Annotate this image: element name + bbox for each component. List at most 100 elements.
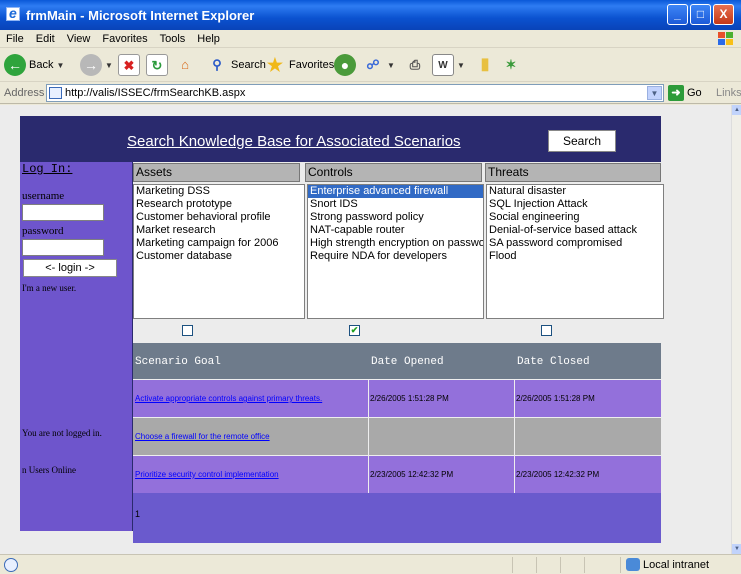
windows-logo-icon <box>718 32 733 45</box>
print-button[interactable]: ⎙ <box>404 52 426 78</box>
controls-checkbox[interactable]: ✔ <box>349 325 360 336</box>
scenario-link[interactable]: Activate appropriate controls against pr… <box>135 394 322 403</box>
list-item[interactable]: Strong password policy <box>308 211 483 224</box>
menu-file[interactable]: File <box>0 30 30 45</box>
threats-listbox[interactable]: Natural disaster SQL Injection Attack So… <box>486 184 664 319</box>
list-item[interactable]: SA password compromised <box>487 237 663 250</box>
scroll-down-icon[interactable]: ▼ <box>732 544 741 554</box>
list-item[interactable]: NAT-capable router <box>308 224 483 237</box>
closed-column-header: Date Closed <box>517 356 590 368</box>
scroll-up-icon[interactable]: ▲ <box>732 105 741 115</box>
list-item[interactable]: Snort IDS <box>308 198 483 211</box>
table-row: Choose a firewall for the remote office <box>133 417 661 455</box>
login-title: Log In: <box>22 162 73 176</box>
list-item[interactable]: Social engineering <box>487 211 663 224</box>
threats-checkbox[interactable] <box>541 325 552 336</box>
history-button[interactable]: ☍ ▼ <box>362 52 395 78</box>
grid-pager: 1 <box>133 493 661 543</box>
list-item[interactable]: Natural disaster <box>487 185 663 198</box>
controls-listbox[interactable]: Enterprise advanced firewall Snort IDS S… <box>307 184 484 319</box>
page-icon <box>49 87 62 99</box>
search-button[interactable]: Search <box>548 130 616 152</box>
close-button[interactable]: X <box>713 4 734 25</box>
menu-edit[interactable]: Edit <box>30 30 61 45</box>
list-item[interactable]: Research prototype <box>134 198 304 211</box>
goal-column-header: Scenario Goal <box>135 356 221 368</box>
dropdown-arrow-icon: ▼ <box>105 60 113 70</box>
login-button[interactable]: <- login -> <box>23 259 117 277</box>
printer-icon: ⎙ <box>409 57 421 72</box>
list-item[interactable]: High strength encryption on passwo <box>308 237 483 250</box>
address-bar: Address http://valis/ISSEC/frmSearchKB.a… <box>0 82 741 104</box>
menu-favorites[interactable]: Favorites <box>96 30 153 45</box>
links-button[interactable]: Links <box>716 87 741 99</box>
home-button[interactable]: ⌂ <box>174 52 196 78</box>
home-icon: ⌂ <box>181 57 189 72</box>
back-button[interactable]: ← Back ▼ <box>4 52 64 78</box>
list-item[interactable]: Customer database <box>134 250 304 263</box>
address-dropdown-icon[interactable]: ▼ <box>647 86 662 100</box>
list-item[interactable]: Market research <box>134 224 304 237</box>
forward-arrow-icon: → <box>80 54 102 76</box>
scenario-link[interactable]: Prioritize security control implementati… <box>135 470 279 479</box>
assets-listbox[interactable]: Marketing DSS Research prototype Custome… <box>133 184 305 319</box>
list-item[interactable]: Marketing campaign for 2006 <box>134 237 304 250</box>
date-closed: 2/23/2005 12:42:32 PM <box>516 470 600 479</box>
scenario-grid: Scenario Goal Date Opened Date Closed Ac… <box>133 343 661 543</box>
dropdown-arrow-icon: ▼ <box>56 60 65 70</box>
pager-page[interactable]: 1 <box>135 509 140 519</box>
vertical-scrollbar[interactable]: ▲ ▼ <box>731 105 741 554</box>
assets-checkbox[interactable] <box>182 325 193 336</box>
refresh-button[interactable]: ↻ <box>146 52 168 78</box>
go-button[interactable]: ➜ Go <box>668 85 702 101</box>
controls-header: Controls <box>305 163 482 182</box>
menu-tools[interactable]: Tools <box>154 30 192 45</box>
menu-help[interactable]: Help <box>191 30 226 45</box>
dropdown-arrow-icon: ▼ <box>457 60 465 70</box>
menu-view[interactable]: View <box>61 30 97 45</box>
address-input[interactable]: http://valis/ISSEC/frmSearchKB.aspx ▼ <box>46 84 664 102</box>
favorites-button[interactable]: ★ Favorites <box>264 52 334 78</box>
new-user-link[interactable]: I'm a new user. <box>22 283 76 293</box>
grid-header: Scenario Goal Date Opened Date Closed <box>133 343 661 379</box>
address-url: http://valis/ISSEC/frmSearchKB.aspx <box>65 87 246 99</box>
stop-button[interactable]: ✖ <box>118 52 140 78</box>
list-item[interactable]: SQL Injection Attack <box>487 198 663 211</box>
list-item-selected[interactable]: Enterprise advanced firewall <box>308 185 483 198</box>
media-button[interactable]: ● <box>334 52 356 78</box>
status-bar: Local intranet <box>0 554 741 574</box>
minimize-button[interactable]: _ <box>667 4 688 25</box>
list-item[interactable]: Denial-of-service based attack <box>487 224 663 237</box>
intranet-icon <box>626 558 640 571</box>
scenario-link[interactable]: Choose a firewall for the remote office <box>135 432 270 441</box>
page-title[interactable]: Search Knowledge Base for Associated Sce… <box>127 133 461 150</box>
username-label: username <box>22 190 65 202</box>
security-zone: Local intranet <box>643 559 710 571</box>
list-item[interactable]: Customer behavioral profile <box>134 211 304 224</box>
list-item[interactable]: Marketing DSS <box>134 185 304 198</box>
maximize-button[interactable]: □ <box>690 4 711 25</box>
magnifier-icon: ⚲ <box>212 57 222 72</box>
dropdown-arrow-icon: ▼ <box>387 60 395 70</box>
username-field[interactable] <box>22 204 104 221</box>
page-status-icon <box>4 558 18 572</box>
login-status: You are not logged in. <box>22 428 102 438</box>
title-bar: frmMain - Microsoft Internet Explorer _ … <box>0 0 741 30</box>
assets-header: Assets <box>133 163 300 182</box>
edit-button[interactable]: W ▼ <box>432 52 465 78</box>
back-arrow-icon: ← <box>4 54 26 76</box>
star-icon: ★ <box>266 55 284 75</box>
password-field[interactable] <box>22 239 104 256</box>
list-item[interactable]: Require NDA for developers <box>308 250 483 263</box>
date-opened: 2/23/2005 12:42:32 PM <box>370 470 454 479</box>
messenger-button[interactable]: ✶ <box>500 52 522 78</box>
search-toolbar-button[interactable]: ⚲ Search <box>206 52 266 78</box>
history-icon: ☍ <box>366 57 380 72</box>
go-arrow-icon: ➜ <box>668 85 684 101</box>
list-item[interactable]: Flood <box>487 250 663 263</box>
opened-column-header: Date Opened <box>371 356 444 368</box>
forward-button[interactable]: → ▼ <box>80 52 113 78</box>
folder-button[interactable]: ▮ <box>474 52 496 78</box>
browser-window: frmMain - Microsoft Internet Explorer _ … <box>0 0 741 574</box>
media-icon: ● <box>334 54 356 76</box>
